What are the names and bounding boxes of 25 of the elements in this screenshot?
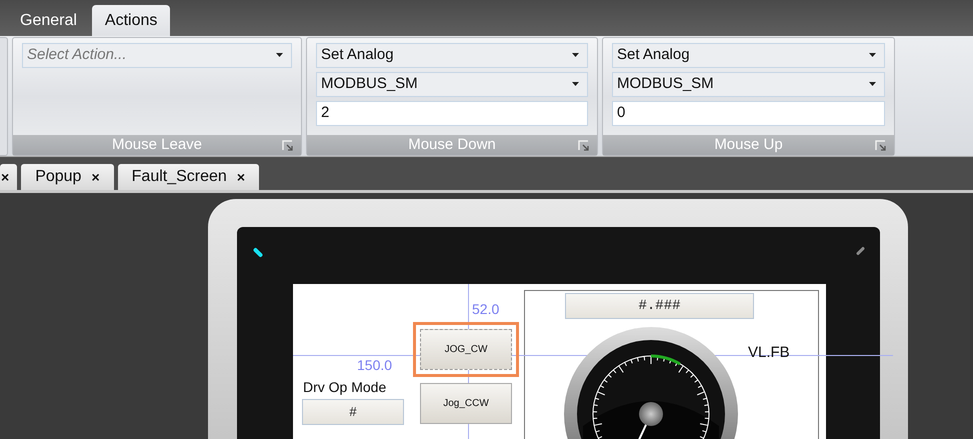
guide-coordinate: 150.0: [356, 358, 394, 373]
group-title: Mouse Up: [603, 134, 894, 154]
guide-coordinate: 52.0: [471, 302, 500, 317]
close-button[interactable]: ×: [1, 166, 10, 188]
mode-display: #: [302, 399, 404, 425]
group-title: Mouse Leave: [13, 134, 301, 154]
field-label: Drv Op Mode: [303, 378, 386, 397]
value-input-field[interactable]: 2: [316, 100, 588, 126]
close-button[interactable]: ×: [236, 166, 245, 188]
jog-button[interactable]: JOG_CW: [413, 322, 519, 377]
document-tab[interactable]: Fault_Screen ×: [118, 164, 259, 190]
gauge-readout: #.###: [565, 293, 754, 319]
action-dropdown[interactable]: Set Analog: [612, 42, 885, 68]
gauge-label: VL.FB: [748, 343, 790, 363]
action-dropdown[interactable]: MODBUS_SM: [612, 72, 885, 96]
ribbon-tab[interactable]: Actions: [92, 5, 170, 36]
action-dropdown[interactable]: Select Action...: [22, 42, 292, 68]
action-dropdown[interactable]: MODBUS_SM: [316, 72, 588, 96]
value-input-field[interactable]: 0: [612, 100, 885, 126]
ribbon-tab[interactable]: General: [7, 5, 90, 36]
document-tab[interactable]: ×: [0, 164, 18, 190]
document-tab[interactable]: Popup ×: [21, 164, 114, 190]
group-title: Mouse Down: [307, 134, 597, 154]
action-dropdown[interactable]: Set Analog: [316, 42, 588, 68]
close-button[interactable]: ×: [91, 166, 100, 188]
